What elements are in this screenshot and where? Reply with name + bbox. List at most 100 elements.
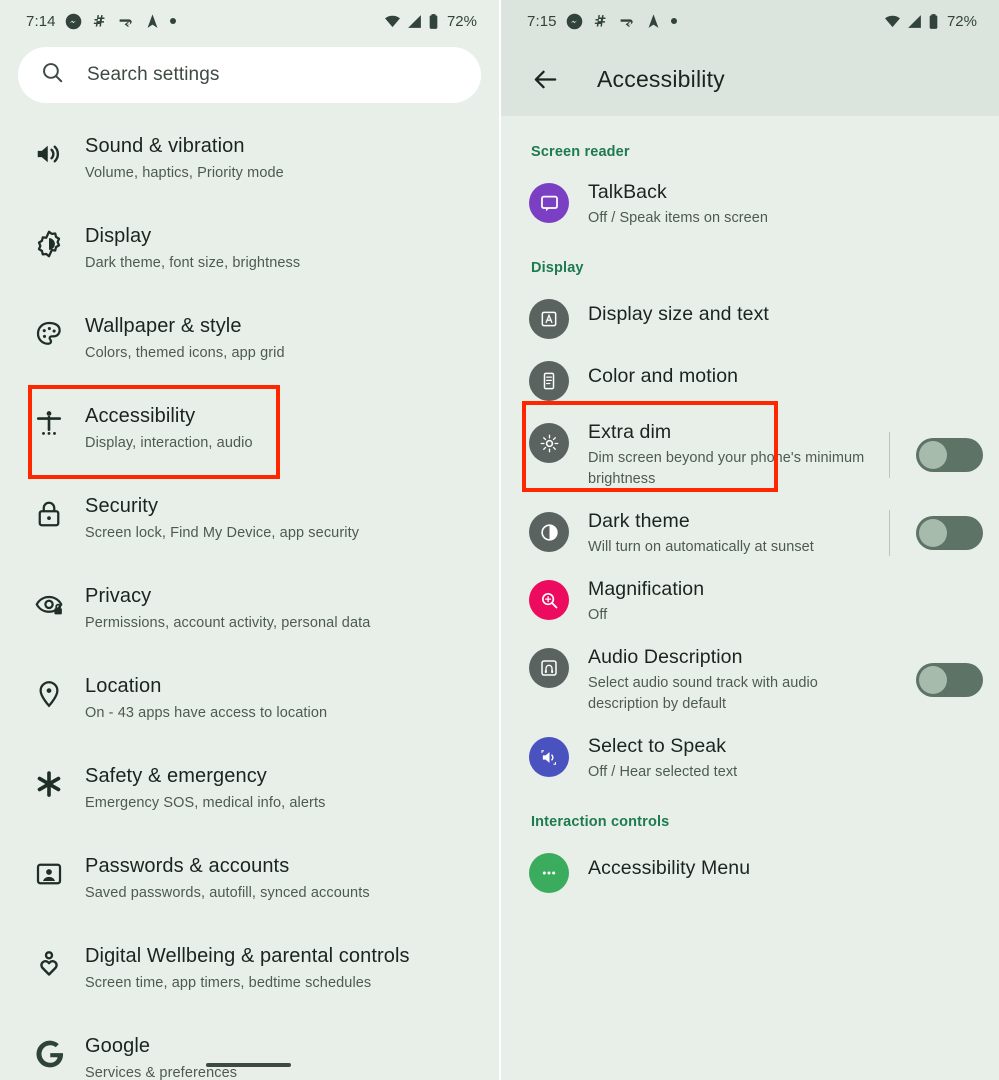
settings-item-subtitle: Screen time, app timers, bedtime schedul…	[85, 975, 372, 991]
accessibility-item-audio-description[interactable]: Audio Description Select audio sound tra…	[501, 635, 999, 724]
accessibility-item-magnification[interactable]: Magnification Off	[501, 567, 999, 635]
volume-icon	[34, 131, 72, 177]
settings-item-google[interactable]: Google Services & preferences	[0, 1021, 499, 1080]
magnification-icon	[529, 580, 569, 620]
settings-item-security[interactable]: Security Screen lock, Find My Device, ap…	[0, 481, 499, 571]
settings-item-display[interactable]: Display Dark theme, font size, brightnes…	[0, 211, 499, 301]
slack-icon	[93, 14, 105, 26]
battery-percent: 72%	[946, 12, 977, 30]
slack-icon	[594, 14, 606, 26]
accessibility-item-extra-dim[interactable]: Extra dim Dim screen beyond your phone's…	[501, 410, 999, 499]
settings-item-location[interactable]: Location On - 43 apps have access to loc…	[0, 661, 499, 751]
accessibility-item-dark-theme[interactable]: Dark theme Will turn on automatically at…	[501, 499, 999, 567]
dark-theme-icon	[529, 512, 569, 552]
settings-item-title: Security	[85, 495, 159, 517]
settings-item-safety-emergency[interactable]: Safety & emergency Emergency SOS, medica…	[0, 751, 499, 841]
settings-home-panel: 7:14 72% Search settings Sound & vibrati…	[0, 0, 499, 1080]
settings-item-privacy[interactable]: Privacy Permissions, account activity, p…	[0, 571, 499, 661]
item-title: Display size and text	[588, 303, 769, 325]
brightness-icon	[34, 221, 72, 267]
arrow-icon	[620, 18, 633, 27]
wifi-icon	[885, 15, 900, 27]
battery-percent: 72%	[446, 12, 477, 30]
vertical-divider	[889, 431, 890, 478]
accessibility-item-display-size-and-text[interactable]: Display size and text	[501, 286, 999, 348]
account-card-icon	[34, 851, 72, 897]
item-title: Select to Speak	[588, 735, 727, 757]
navigation-icon	[648, 13, 659, 28]
vertical-divider	[889, 510, 890, 556]
accessibility-content: Screen reader TalkBack Off / Speak items…	[501, 116, 999, 902]
settings-item-subtitle: Permissions, account activity, personal …	[85, 615, 371, 631]
palette-icon	[34, 311, 72, 357]
top-app-bar: 7:15 72% Accessibility	[501, 0, 999, 116]
signal-icon	[408, 14, 421, 28]
toggle-wrapper	[875, 431, 983, 478]
toggle-wrapper	[875, 657, 983, 703]
accessibility-item-select-to-speak[interactable]: Select to Speak Off / Hear selected text	[501, 724, 999, 792]
settings-item-subtitle: Dark theme, font size, brightness	[85, 255, 301, 271]
settings-item-subtitle: Volume, haptics, Priority mode	[85, 165, 284, 181]
toggle-wrapper	[875, 510, 983, 556]
settings-item-accessibility[interactable]: Accessibility Display, interaction, audi…	[0, 391, 499, 481]
settings-item-title: Passwords & accounts	[85, 855, 290, 877]
item-subtitle: Off	[588, 607, 608, 623]
settings-item-title: Sound & vibration	[85, 135, 245, 157]
settings-item-subtitle: Display, interaction, audio	[85, 435, 253, 451]
audio-description-toggle[interactable]	[916, 662, 983, 697]
extra-dim-toggle[interactable]	[916, 437, 983, 472]
item-subtitle: Off / Speak items on screen	[588, 210, 769, 226]
section-header-display: Display	[531, 260, 584, 276]
search-settings-bar[interactable]: Search settings	[18, 47, 481, 103]
settings-item-passwords-accounts[interactable]: Passwords & accounts Saved passwords, au…	[0, 841, 499, 931]
toggle-knob	[919, 519, 947, 547]
wifi-icon	[385, 15, 400, 27]
toggle-knob	[919, 665, 947, 694]
google-g-icon	[34, 1031, 72, 1077]
item-subtitle: Select audio sound track with audio desc…	[588, 675, 818, 712]
eye-lock-icon	[34, 581, 72, 627]
accessibility-item-color-and-motion[interactable]: Color and motion	[501, 348, 999, 410]
accessibility-item-accessibility-menu[interactable]: Accessibility Menu	[501, 840, 999, 902]
page-title: Accessibility	[597, 65, 725, 92]
item-title: Color and motion	[588, 365, 739, 387]
status-time: 7:14	[26, 12, 56, 30]
lock-icon	[34, 491, 72, 537]
settings-item-sound-vibration[interactable]: Sound & vibration Volume, haptics, Prior…	[0, 121, 499, 211]
settings-item-title: Accessibility	[85, 405, 196, 427]
accessibility-item-talkback[interactable]: TalkBack Off / Speak items on screen	[501, 170, 999, 238]
settings-item-title: Location	[85, 675, 162, 697]
item-title: Accessibility Menu	[588, 857, 751, 879]
location-pin-icon	[34, 671, 72, 717]
settings-item-digital-wellbeing[interactable]: Digital Wellbeing & parental controls Sc…	[0, 931, 499, 1021]
status-bar-right: 7:15 72%	[501, 0, 999, 42]
settings-item-title: Digital Wellbeing & parental controls	[85, 945, 410, 967]
item-title: Extra dim	[588, 421, 672, 443]
audio-description-icon	[529, 648, 569, 688]
settings-item-title: Privacy	[85, 585, 152, 607]
item-title: Magnification	[588, 578, 705, 600]
arrow-icon	[119, 18, 132, 27]
talkback-chat-icon	[529, 183, 569, 223]
dot-icon	[670, 18, 677, 24]
accessibility-icon	[34, 401, 72, 447]
settings-item-subtitle: On - 43 apps have access to location	[85, 705, 328, 721]
settings-item-wallpaper-style[interactable]: Wallpaper & style Colors, themed icons, …	[0, 301, 499, 391]
accessibility-menu-icon	[529, 853, 569, 893]
toggle-knob	[919, 440, 947, 469]
settings-item-title: Display	[85, 225, 152, 247]
settings-item-title: Safety & emergency	[85, 765, 267, 787]
settings-item-title: Google	[85, 1035, 151, 1057]
navigation-gesture-bar[interactable]	[206, 1063, 291, 1067]
asterisk-icon	[34, 761, 72, 807]
search-placeholder: Search settings	[87, 64, 220, 85]
dark-theme-toggle[interactable]	[916, 516, 983, 550]
back-arrow-icon[interactable]	[523, 57, 567, 101]
dot-icon	[169, 18, 176, 24]
extra-dim-icon	[529, 423, 569, 463]
section-header-interaction-controls: Interaction controls	[531, 814, 670, 830]
item-title: TalkBack	[588, 181, 667, 203]
status-bar-left: 7:14 72%	[0, 0, 499, 42]
status-time: 7:15	[527, 12, 557, 30]
settings-item-subtitle: Screen lock, Find My Device, app securit…	[85, 525, 360, 541]
